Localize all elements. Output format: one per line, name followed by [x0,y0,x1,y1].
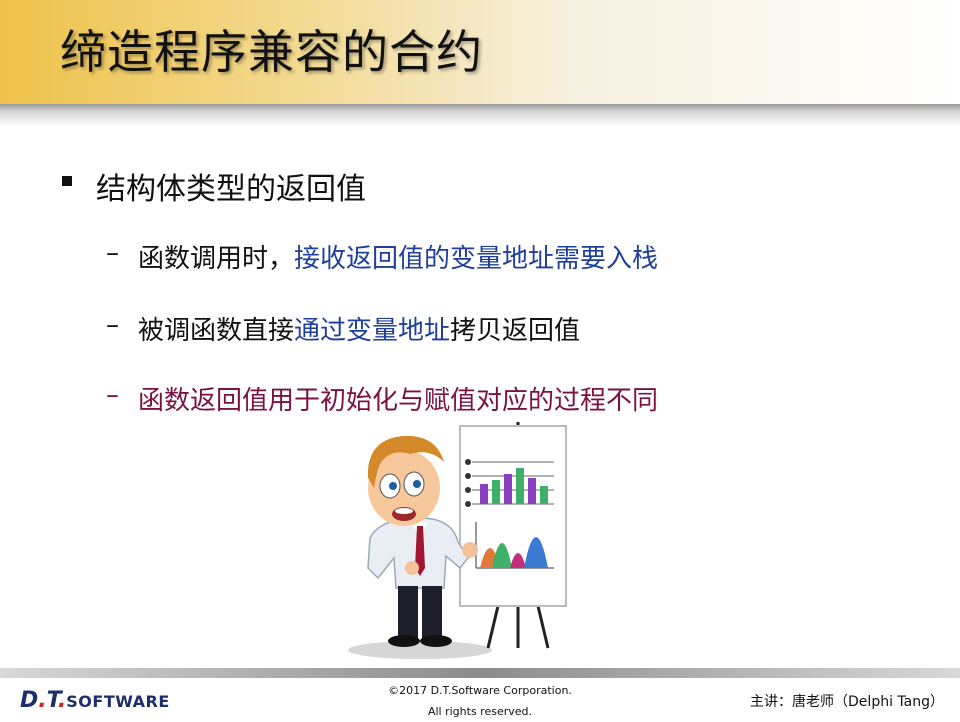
dash-marker: – [106,380,119,410]
dash-marker: – [106,310,119,340]
copyright-line-2: All rights reserved. [427,705,533,718]
dash-marker: – [106,238,119,268]
copyright: ©2017 D.T.Software Corporation. All righ… [330,680,630,722]
sub-item-2: 被调函数直接通过变量地址拷贝返回值 [138,310,580,347]
company-logo: D.T.SOFTWARE [20,688,170,713]
sub-item-3: 函数返回值用于初始化与赋值对应的过程不同 [138,386,659,416]
footer-divider [0,668,960,678]
sub-item-2-highlight: 通过变量地址 [294,316,451,346]
sub-item-2-text-end: 拷贝返回值 [450,316,581,346]
slide-title: 缔造程序兼容的合约 [60,25,483,79]
bullet-text: 结构体类型的返回值 [96,172,366,207]
sub-item-1-text: 函数调用时， [138,244,295,274]
title-divider [0,104,960,126]
presenter-illustration [348,422,567,659]
copyright-line-1: ©2017 D.T.Software Corporation. [388,684,572,697]
bullet-marker [62,176,72,186]
speaker-credit: 主讲：唐老师（Delphi Tang） [750,694,944,710]
sub-item-1-highlight: 接收返回值的变量地址需要入栈 [294,244,659,274]
sub-item-2-text: 被调函数直接 [138,316,295,346]
sub-item-1: 函数调用时，接收返回值的变量地址需要入栈 [138,238,658,275]
